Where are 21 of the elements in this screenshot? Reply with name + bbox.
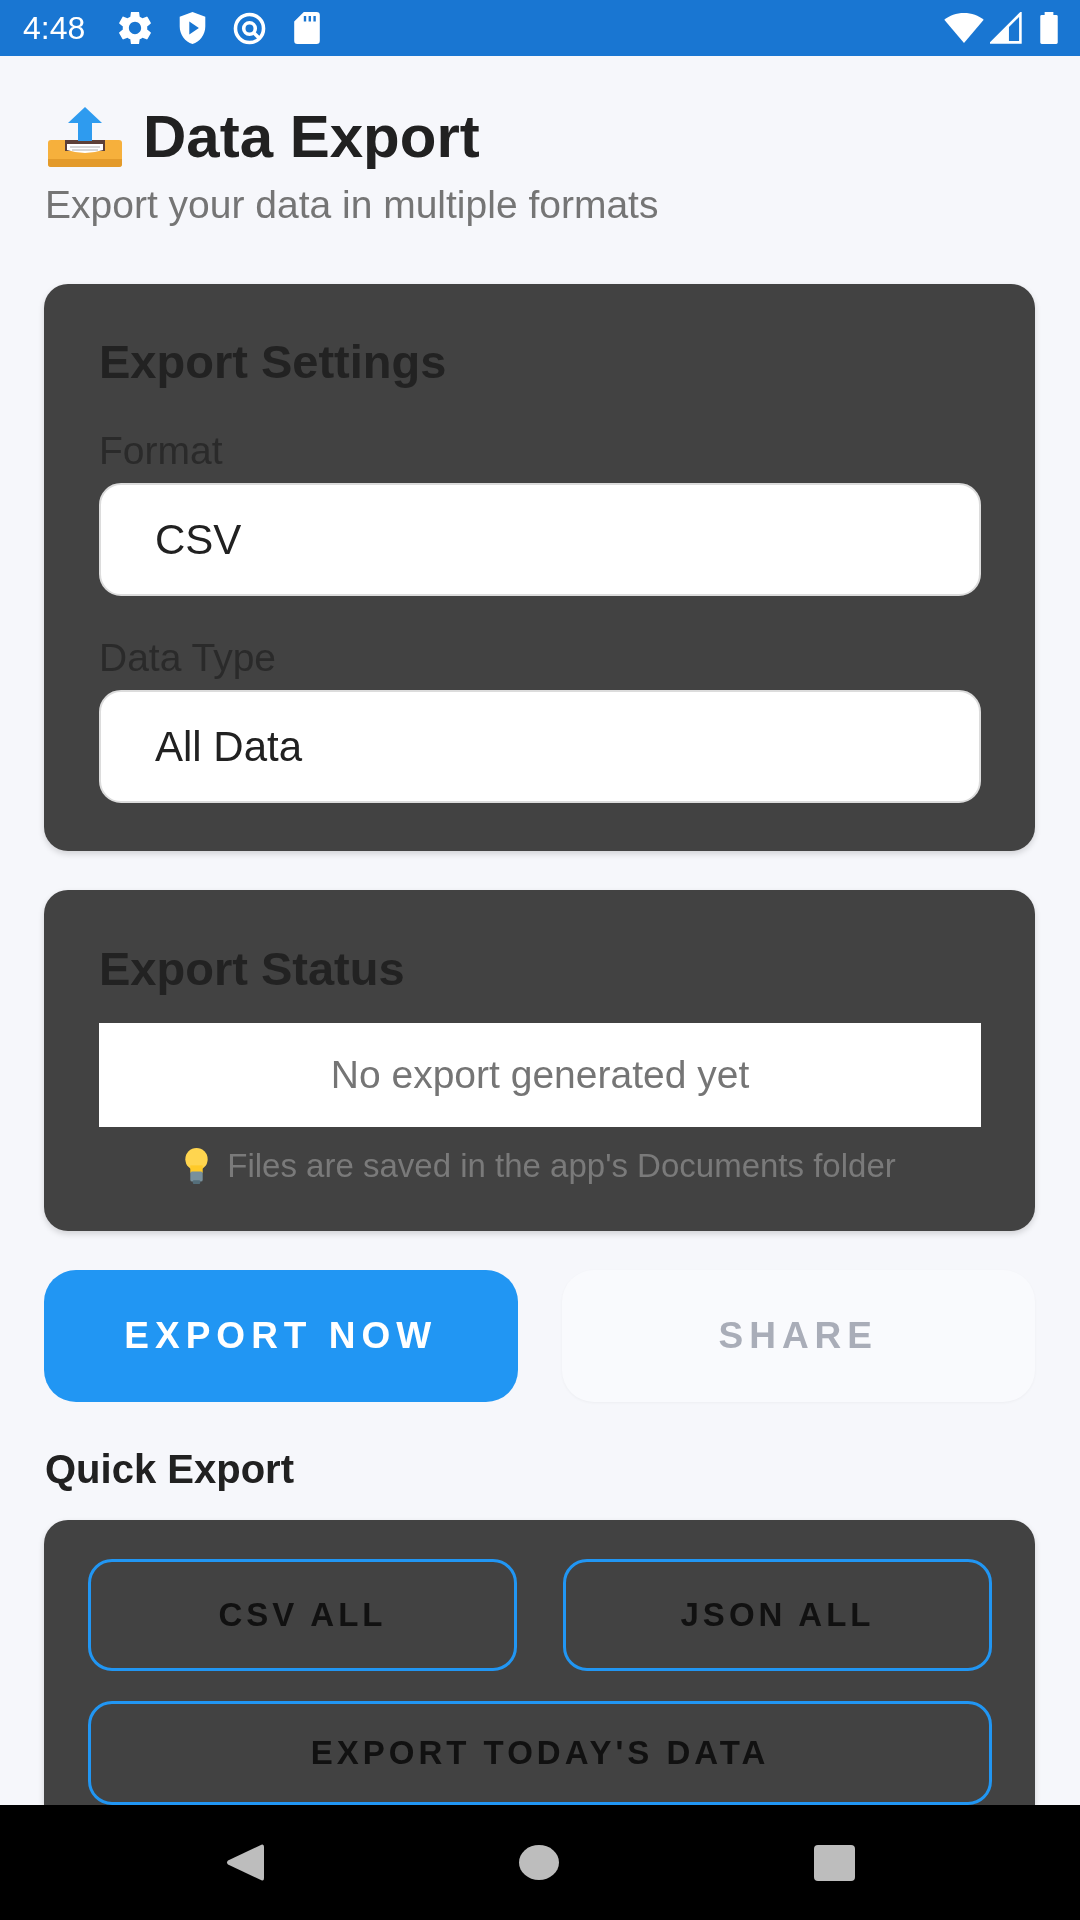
- export-button[interactable]: EXPORT NOW: [44, 1270, 518, 1402]
- upload-tray-icon: [48, 106, 122, 167]
- settings-icon: [119, 12, 152, 44]
- page-title: Data Export: [143, 102, 480, 171]
- back-icon[interactable]: [225, 1844, 264, 1881]
- hint-text: Files are saved in the app's Documents folder: [227, 1147, 896, 1185]
- section-title: Quick Export: [45, 1446, 295, 1493]
- select-field[interactable]: CSV: [99, 483, 981, 596]
- status-message: No export generated yet: [99, 1023, 981, 1127]
- wifi-icon: [944, 13, 984, 43]
- sd-card-icon: [294, 12, 321, 44]
- lightbulb-icon: [184, 1148, 210, 1184]
- page-subtitle: Export your data in multiple formats: [45, 182, 660, 228]
- select-field[interactable]: All Data: [99, 690, 981, 803]
- signal-icon: [990, 12, 1022, 44]
- status-time: 4:48: [23, 9, 86, 47]
- recents-icon[interactable]: [813, 1844, 855, 1881]
- shield-play-icon: [179, 12, 207, 44]
- home-icon[interactable]: [518, 1845, 559, 1880]
- ring-icon: [233, 11, 267, 45]
- battery-icon: [1040, 12, 1058, 44]
